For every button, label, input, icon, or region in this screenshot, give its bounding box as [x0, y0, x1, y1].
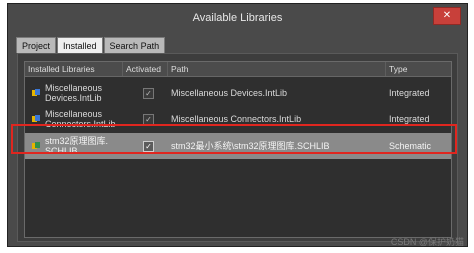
table-row[interactable]: Miscellaneous Devices.IntLib ✓ Miscellan…: [25, 81, 451, 105]
integrated-library-icon: [32, 115, 40, 122]
tab-label: Installed: [63, 41, 97, 51]
library-path: Miscellaneous Devices.IntLib: [171, 88, 288, 98]
tab-search-path[interactable]: Search Path: [103, 37, 166, 53]
library-name: Miscellaneous Devices.IntLib: [45, 83, 103, 103]
column-header-path[interactable]: Path: [168, 62, 386, 76]
table-header: Installed Libraries Activated Path Type: [25, 62, 451, 77]
activated-checkbox[interactable]: ✓: [143, 87, 154, 99]
annotation-highlight-box: [11, 124, 457, 154]
integrated-library-icon: [32, 89, 40, 96]
title-bar: Available Libraries: [8, 4, 467, 32]
library-type: Integrated: [389, 88, 430, 98]
close-button[interactable]: ✕: [433, 7, 461, 25]
tab-project[interactable]: Project: [16, 37, 57, 53]
tab-strip: Project Installed Search Path: [16, 37, 166, 54]
column-header-type[interactable]: Type: [386, 62, 453, 76]
column-header-installed-libraries[interactable]: Installed Libraries: [25, 62, 123, 76]
tab-installed[interactable]: Installed: [57, 37, 103, 54]
close-icon: ✕: [442, 10, 452, 21]
tab-label: Search Path: [109, 40, 160, 51]
dialog-title: Available Libraries: [192, 12, 283, 24]
column-header-activated[interactable]: Activated: [123, 62, 168, 76]
tab-label: Project: [22, 40, 51, 51]
watermark: CSDN @保护奶猫: [390, 237, 464, 247]
activated-checkbox[interactable]: ✓: [143, 113, 154, 125]
